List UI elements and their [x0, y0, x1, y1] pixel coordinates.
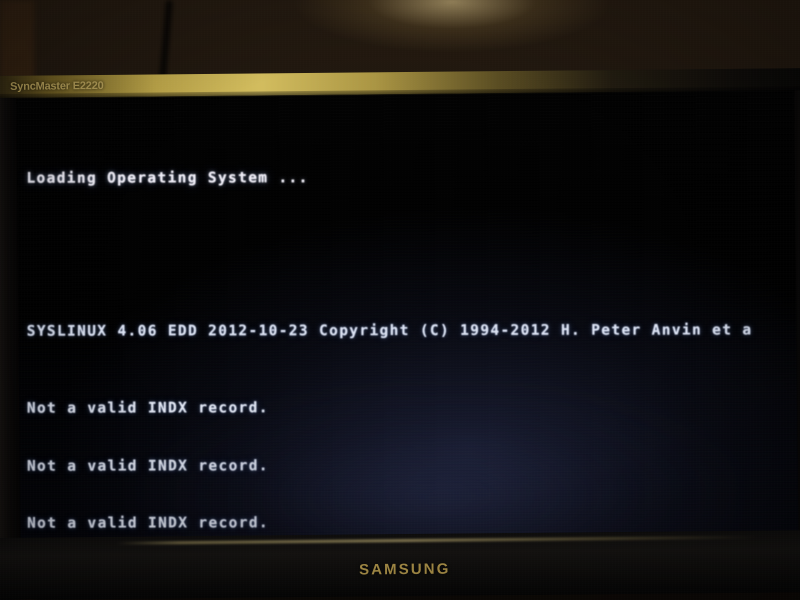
console-line-spacer — [27, 244, 799, 265]
console-line-indx-error: Not a valid INDX record. — [26, 457, 269, 475]
console-line-loading: Loading Operating System ... — [26, 169, 309, 187]
photograph: SyncMaster E2220 Loading Operating Syste… — [0, 0, 800, 600]
computer-monitor: SyncMaster E2220 Loading Operating Syste… — [0, 68, 800, 600]
console-line-syslinux-version: SYSLINUX 4.06 EDD 2012-10-23 Copyright (… — [26, 322, 753, 340]
console-line-indx-error: Not a valid INDX record. — [26, 400, 269, 417]
monitor-screen: Loading Operating System ... SYSLINUX 4.… — [16, 90, 799, 576]
monitor-model-nameplate: SyncMaster E2220 — [10, 79, 104, 93]
syslinux-console-output: Loading Operating System ... SYSLINUX 4.… — [26, 110, 798, 576]
